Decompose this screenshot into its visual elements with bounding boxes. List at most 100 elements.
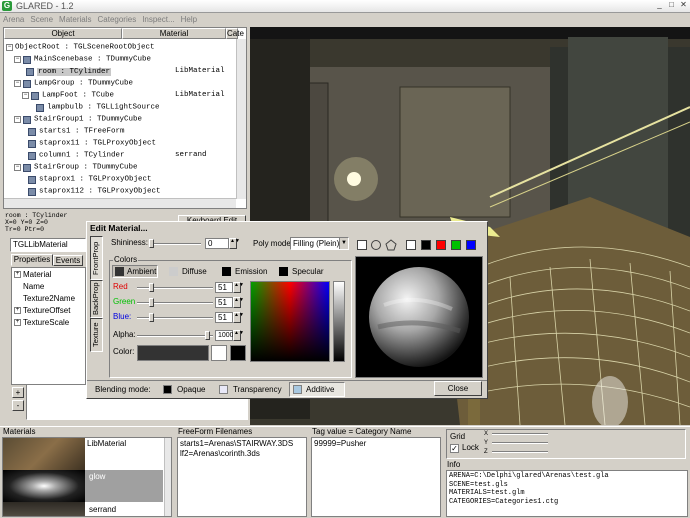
list-item[interactable]: starts1=Arenas\STAIRWAY.3DS (180, 439, 304, 449)
alpha-input[interactable]: 1000 (215, 330, 234, 341)
swatch-red[interactable] (436, 240, 446, 250)
close-button[interactable]: Close (434, 381, 482, 396)
alpha-slider[interactable] (137, 335, 213, 337)
tab-properties[interactable]: Properties (11, 254, 53, 266)
column-header-category[interactable]: Cate (226, 28, 244, 39)
materials-list[interactable]: LibMaterial glow serrand (2, 437, 172, 517)
blue-slider-thumb[interactable] (149, 313, 154, 322)
tag-list[interactable]: 99999=Pusher (311, 437, 441, 517)
maximize-button[interactable]: □ (666, 1, 677, 11)
tree-row[interactable]: staprox11 : TGLProxyObject (28, 137, 156, 149)
collapse-icon[interactable]: − (14, 56, 21, 64)
tree-row[interactable]: − StairGroup1 : TDummyCube (14, 113, 142, 125)
previous-color-preview[interactable] (211, 345, 227, 361)
green-spin-icon[interactable]: ▲▼ (233, 297, 244, 308)
sphere-preview-icon[interactable] (371, 240, 381, 250)
additive-swatch-icon[interactable] (293, 385, 302, 394)
info-box[interactable]: ARENA=C:\Delphi\glared\Arenas\test.gla S… (446, 470, 688, 517)
collapse-icon[interactable]: − (22, 92, 29, 100)
alpha-slider-thumb[interactable] (205, 331, 210, 340)
green-slider-thumb[interactable] (149, 298, 154, 307)
tree-row[interactable]: − ObjectRoot : TGLSceneRootObject (6, 41, 155, 53)
shininess-slider-thumb[interactable] (149, 239, 154, 248)
shininess-spin-icon[interactable]: ▲▼ (229, 238, 240, 249)
tab-emission[interactable]: Emission (220, 266, 270, 278)
tab-specular[interactable]: Specular (277, 266, 327, 278)
grid-z-slider[interactable] (492, 451, 548, 453)
list-item[interactable]: lf2=Arenas\corinth.3ds (180, 449, 304, 459)
menu-materials[interactable]: Materials (56, 13, 94, 26)
tree-row[interactable]: − LampGroup : TDummyCube (14, 77, 133, 89)
property-grid[interactable]: + Material Name Texture2Name + TextureOffs… (11, 267, 86, 385)
scene-tree[interactable]: Object Material Cate − ObjectRoot : TGLSc… (3, 27, 247, 209)
collapse-icon[interactable]: − (14, 164, 21, 172)
swatch-green[interactable] (451, 240, 461, 250)
tree-row[interactable]: lampbulb : TGLLightSource (36, 101, 160, 113)
alpha-spin-icon[interactable]: ▲▼ (233, 330, 244, 341)
tab-frontprop[interactable]: FrontProp (90, 236, 103, 280)
blend-transparency[interactable]: Transparency (233, 385, 282, 394)
tree-horizontal-scrollbar[interactable] (4, 198, 236, 208)
collapse-icon[interactable]: − (14, 80, 21, 88)
grid-y-slider[interactable] (492, 442, 548, 444)
lock-checkbox[interactable]: ✓ (450, 444, 459, 453)
material-item[interactable]: serrand (89, 505, 116, 514)
tab-backprop[interactable]: BackProp (90, 280, 103, 318)
color-picker-area[interactable] (250, 281, 330, 362)
add-property-button[interactable]: + (12, 387, 24, 398)
brightness-slider[interactable] (333, 281, 345, 362)
minimize-button[interactable]: _ (654, 1, 665, 11)
grid-x-slider[interactable] (492, 433, 548, 435)
materials-scrollbar[interactable] (164, 438, 171, 516)
tree-row[interactable]: staprox112 : TGLProxyObject (28, 185, 161, 197)
list-item[interactable]: 99999=Pusher (314, 439, 438, 449)
menu-scene[interactable]: Scene (27, 13, 56, 26)
tree-row[interactable]: staprox1 : TGLProxyObject (28, 173, 152, 185)
cube-preview-icon[interactable] (357, 240, 367, 250)
pentagon-preview-icon[interactable] (385, 239, 397, 251)
close-window-button[interactable]: ✕ (678, 1, 689, 11)
red-input[interactable]: 51 (215, 282, 233, 293)
tab-texture[interactable]: Texture (90, 318, 103, 352)
object-class-selector[interactable]: TGLLibMaterial (10, 238, 86, 252)
red-slider-thumb[interactable] (149, 283, 154, 292)
expand-icon[interactable]: + (14, 271, 21, 279)
swatch-black[interactable] (421, 240, 431, 250)
black-color-preview[interactable] (230, 345, 246, 361)
expand-icon[interactable]: + (14, 319, 21, 327)
swatch-blue[interactable] (466, 240, 476, 250)
remove-property-button[interactable]: - (12, 400, 24, 411)
chevron-down-icon[interactable]: ▼ (339, 238, 348, 249)
opaque-swatch-icon[interactable] (163, 385, 172, 394)
tree-row[interactable]: starts1 : TFreeForm (28, 125, 125, 137)
material-preview[interactable] (355, 256, 483, 378)
material-item[interactable]: LibMaterial (87, 439, 126, 448)
tab-events[interactable]: Events (53, 255, 83, 266)
menu-inspect[interactable]: Inspect... (139, 13, 177, 26)
blue-spin-icon[interactable]: ▲▼ (233, 312, 244, 323)
shininess-input[interactable]: 0 (205, 238, 229, 249)
tab-diffuse[interactable]: Diffuse (167, 266, 213, 278)
collapse-icon[interactable]: − (6, 44, 13, 52)
blue-input[interactable]: 51 (215, 312, 233, 323)
column-header-object[interactable]: Object (4, 28, 122, 39)
blend-additive[interactable]: Additive (306, 385, 334, 394)
column-header-material[interactable]: Material (122, 28, 226, 39)
freeform-list[interactable]: starts1=Arenas\STAIRWAY.3DS lf2=Arenas\c… (177, 437, 307, 517)
shininess-slider[interactable] (149, 243, 201, 245)
tree-row[interactable]: − StairGroup : TDummyCube (14, 161, 138, 173)
tab-ambient[interactable]: Ambient (112, 265, 158, 278)
tree-row[interactable]: − LampFoot : TCube LibMaterial (22, 89, 236, 101)
tree-row[interactable]: column1 : TCylinder serrand (28, 149, 236, 161)
tree-row-selected[interactable]: room : TCylinder LibMaterial (26, 65, 236, 77)
red-spin-icon[interactable]: ▲▼ (233, 282, 244, 293)
blend-opaque[interactable]: Opaque (177, 385, 205, 394)
polymode-select[interactable]: Filling (Plein) ▼ (290, 237, 349, 250)
menu-arena[interactable]: Arena (0, 13, 27, 26)
tree-row[interactable]: − MainScenebase : TDummyCube (14, 53, 151, 65)
tree-vertical-scrollbar[interactable] (236, 39, 246, 199)
menu-help[interactable]: Help (178, 13, 200, 26)
swatch-white[interactable] (406, 240, 416, 250)
collapse-icon[interactable]: − (14, 116, 21, 124)
green-input[interactable]: 51 (215, 297, 233, 308)
